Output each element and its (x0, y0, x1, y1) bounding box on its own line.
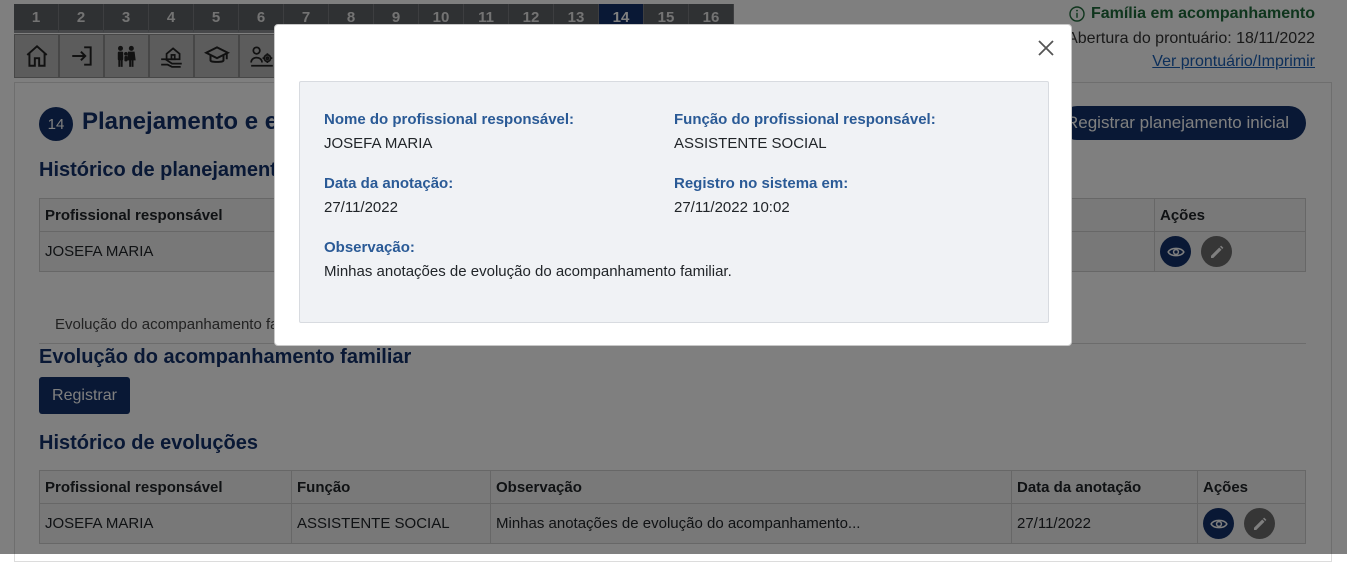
close-button[interactable] (1035, 37, 1057, 59)
detail-panel: Nome do profissional responsável: JOSEFA… (299, 81, 1049, 323)
nome-value: JOSEFA MARIA (324, 135, 433, 152)
registro-value: 27/11/2022 10:02 (674, 199, 790, 216)
funcao-value: ASSISTENTE SOCIAL (674, 135, 827, 152)
evolution-detail-modal: Nome do profissional responsável: JOSEFA… (274, 24, 1072, 346)
close-icon (1038, 40, 1054, 56)
registro-label: Registro no sistema em: (674, 175, 849, 192)
observacao-label: Observação: (324, 239, 415, 256)
funcao-label: Função do profissional responsável: (674, 111, 936, 128)
data-value: 27/11/2022 (324, 199, 398, 216)
data-label: Data da anotação: (324, 175, 454, 192)
observacao-value: Minhas anotações de evolução do acompanh… (324, 263, 732, 280)
nome-label: Nome do profissional responsável: (324, 111, 575, 128)
